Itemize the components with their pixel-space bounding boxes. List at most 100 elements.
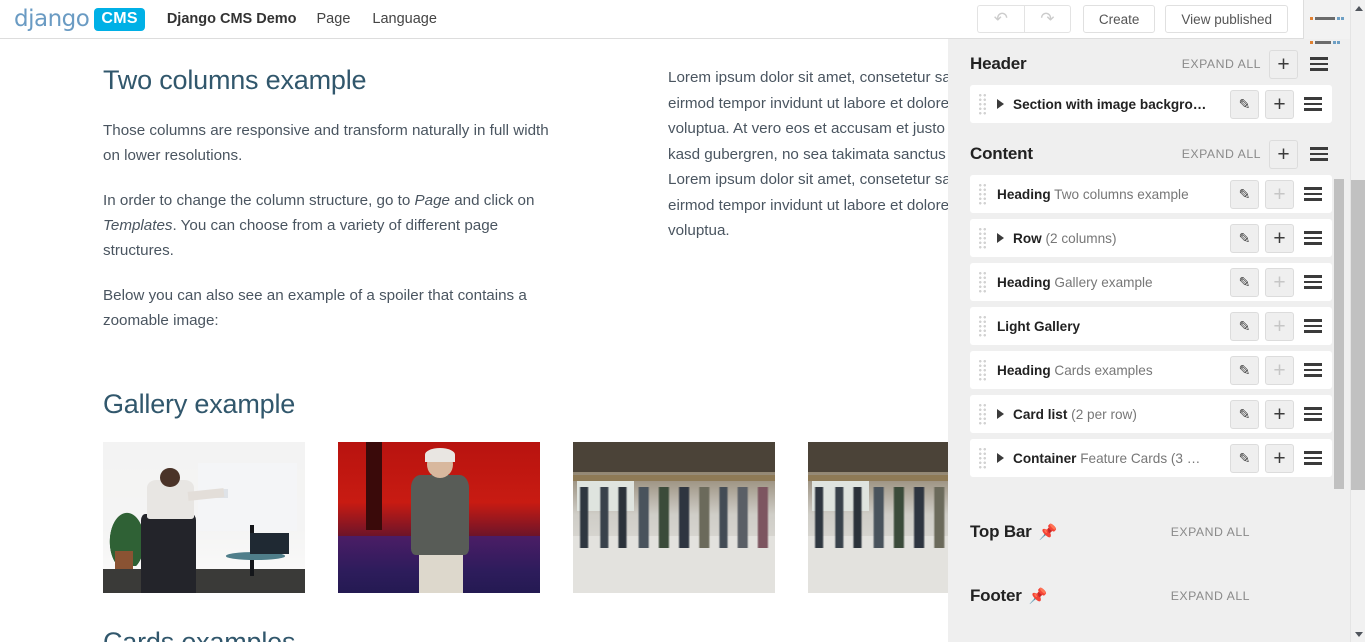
drag-handle-icon[interactable] <box>978 403 987 425</box>
plugin-row-label: Heading Two columns example <box>997 187 1222 202</box>
undo-icon[interactable]: ↶ <box>976 5 1024 33</box>
plugin-type-name: Container <box>1013 450 1077 466</box>
drag-handle-icon[interactable] <box>978 271 987 293</box>
drag-handle-icon[interactable] <box>978 447 987 469</box>
structure-board-icon[interactable] <box>1303 0 1350 45</box>
browser-scrollbar[interactable] <box>1350 0 1365 642</box>
plugin-type-name: Row <box>1013 230 1042 246</box>
gallery-image-3[interactable] <box>573 442 775 593</box>
placeholder-menu-content-button[interactable] <box>1306 140 1332 169</box>
plugin-detail: Cards examples <box>1054 362 1153 378</box>
add-plugin-content-button[interactable]: + <box>1269 139 1298 169</box>
plugin-menu-button[interactable] <box>1300 224 1326 253</box>
plugin-menu-button[interactable] <box>1300 180 1326 209</box>
edit-plugin-button[interactable]: ✎ <box>1230 355 1259 385</box>
edit-plugin-button[interactable]: ✎ <box>1230 179 1259 209</box>
expand-all-content[interactable]: EXPAND ALL <box>1182 147 1261 161</box>
plus-icon: + <box>1273 92 1286 116</box>
expand-all-footer[interactable]: EXPAND ALL <box>1171 589 1250 603</box>
plugin-detail: Gallery example <box>1054 274 1153 290</box>
expand-all-top-bar[interactable]: EXPAND ALL <box>1171 525 1250 539</box>
cms-toolbar: django CMS Django CMS Demo Page Language… <box>0 0 1350 45</box>
plugin-row-section-with-image-background[interactable]: Section with image backgro… ✎ + <box>970 85 1332 123</box>
django-cms-logo[interactable]: django CMS <box>14 6 145 32</box>
page-title-two-columns: Two columns example <box>103 65 367 95</box>
expand-triangle-icon[interactable] <box>997 99 1004 109</box>
plugin-row-card-list[interactable]: Card list (2 per row) ✎ + <box>970 395 1332 433</box>
structure-board-scroll-area: Header EXPAND ALL + Section with image b… <box>948 39 1350 642</box>
pencil-icon: ✎ <box>1238 317 1251 334</box>
hamburger-menu-icon <box>1304 319 1322 333</box>
plugin-detail: (2 columns) <box>1045 230 1117 246</box>
plugin-row-container-feature-cards[interactable]: Container Feature Cards (3 … ✎ + <box>970 439 1332 477</box>
scroll-down-arrow-icon[interactable] <box>1351 626 1365 642</box>
drag-handle-icon[interactable] <box>978 93 987 115</box>
plugin-type-name: Heading <box>997 186 1051 202</box>
drag-handle-icon[interactable] <box>978 227 987 249</box>
plugin-row-heading-cards[interactable]: Heading Cards examples ✎ + <box>970 351 1332 389</box>
view-published-button[interactable]: View published <box>1165 5 1288 33</box>
plus-icon: + <box>1273 402 1286 426</box>
plugin-type-name: Light Gallery <box>997 318 1081 334</box>
drag-handle-icon[interactable] <box>978 183 987 205</box>
plugin-menu-button[interactable] <box>1300 444 1326 473</box>
plugin-row-heading-gallery[interactable]: Heading Gallery example ✎ + <box>970 263 1332 301</box>
pencil-icon: ✎ <box>1238 95 1251 112</box>
plugin-type-name: Card list <box>1013 406 1068 422</box>
create-button[interactable]: Create <box>1082 5 1156 33</box>
add-child-plugin-button[interactable]: + <box>1265 89 1294 119</box>
add-child-plugin-button[interactable]: + <box>1265 443 1294 473</box>
add-child-plugin-button: + <box>1265 179 1294 209</box>
structure-board-spacer <box>970 483 1332 507</box>
left-column: Two columns example Those columns are re… <box>0 65 585 353</box>
plugin-row-light-gallery[interactable]: Light Gallery ✎ + <box>970 307 1332 345</box>
toolbar-menu-language[interactable]: Language <box>372 11 437 27</box>
edit-plugin-button[interactable]: ✎ <box>1230 311 1259 341</box>
placeholder-menu-header-button[interactable] <box>1306 50 1332 79</box>
toolbar-menu-page[interactable]: Page <box>317 11 351 27</box>
expand-all-header[interactable]: EXPAND ALL <box>1182 57 1261 71</box>
hamburger-menu-icon <box>1304 187 1322 201</box>
gallery-image-2[interactable] <box>338 442 540 593</box>
edit-plugin-button[interactable]: ✎ <box>1230 89 1259 119</box>
plugin-row-label: Heading Cards examples <box>997 363 1222 378</box>
plugin-menu-button[interactable] <box>1300 400 1326 429</box>
edit-plugin-button[interactable]: ✎ <box>1230 443 1259 473</box>
add-plugin-header-button[interactable]: + <box>1269 49 1298 79</box>
plugin-menu-button[interactable] <box>1300 356 1326 385</box>
hamburger-menu-icon <box>1304 275 1322 289</box>
plugin-type-name: Heading <box>997 274 1051 290</box>
add-child-plugin-button[interactable]: + <box>1265 223 1294 253</box>
expand-triangle-icon[interactable] <box>997 453 1004 463</box>
para2-part-b: and click on <box>450 192 535 209</box>
placeholder-content-heading: Content EXPAND ALL + <box>970 129 1332 175</box>
plugin-row-heading-two-columns[interactable]: Heading Two columns example ✎ + <box>970 175 1332 213</box>
cms-badge: CMS <box>94 7 145 31</box>
placeholder-footer-label: Footer <box>970 586 1022 605</box>
plus-icon: + <box>1273 270 1286 294</box>
plugin-menu-button[interactable] <box>1300 90 1326 119</box>
plugin-menu-button[interactable] <box>1300 312 1326 341</box>
edit-plugin-button[interactable]: ✎ <box>1230 223 1259 253</box>
pencil-icon: ✎ <box>1238 185 1251 202</box>
paragraph-spoiler-note: Below you can also see an example of a s… <box>103 287 527 329</box>
hamburger-menu-icon <box>1304 407 1322 421</box>
placeholder-content-title: Content <box>970 144 1033 163</box>
drag-handle-icon[interactable] <box>978 315 987 337</box>
edit-plugin-button[interactable]: ✎ <box>1230 267 1259 297</box>
expand-triangle-icon[interactable] <box>997 233 1004 243</box>
plus-icon: + <box>1273 182 1286 206</box>
plugin-menu-button[interactable] <box>1300 268 1326 297</box>
drag-handle-icon[interactable] <box>978 359 987 381</box>
edit-plugin-button[interactable]: ✎ <box>1230 399 1259 429</box>
structure-board-scrollbar-thumb[interactable] <box>1334 179 1344 489</box>
emphasis-page: Page <box>414 192 451 209</box>
redo-icon[interactable]: ↷ <box>1023 5 1071 33</box>
browser-scrollbar-thumb[interactable] <box>1351 180 1365 490</box>
gallery-image-1[interactable] <box>103 442 305 593</box>
expand-triangle-icon[interactable] <box>997 409 1004 419</box>
add-child-plugin-button[interactable]: + <box>1265 399 1294 429</box>
scroll-up-arrow-icon[interactable] <box>1351 0 1365 16</box>
hamburger-menu-icon <box>1304 363 1322 377</box>
plugin-row-row-2-columns[interactable]: Row (2 columns) ✎ + <box>970 219 1332 257</box>
